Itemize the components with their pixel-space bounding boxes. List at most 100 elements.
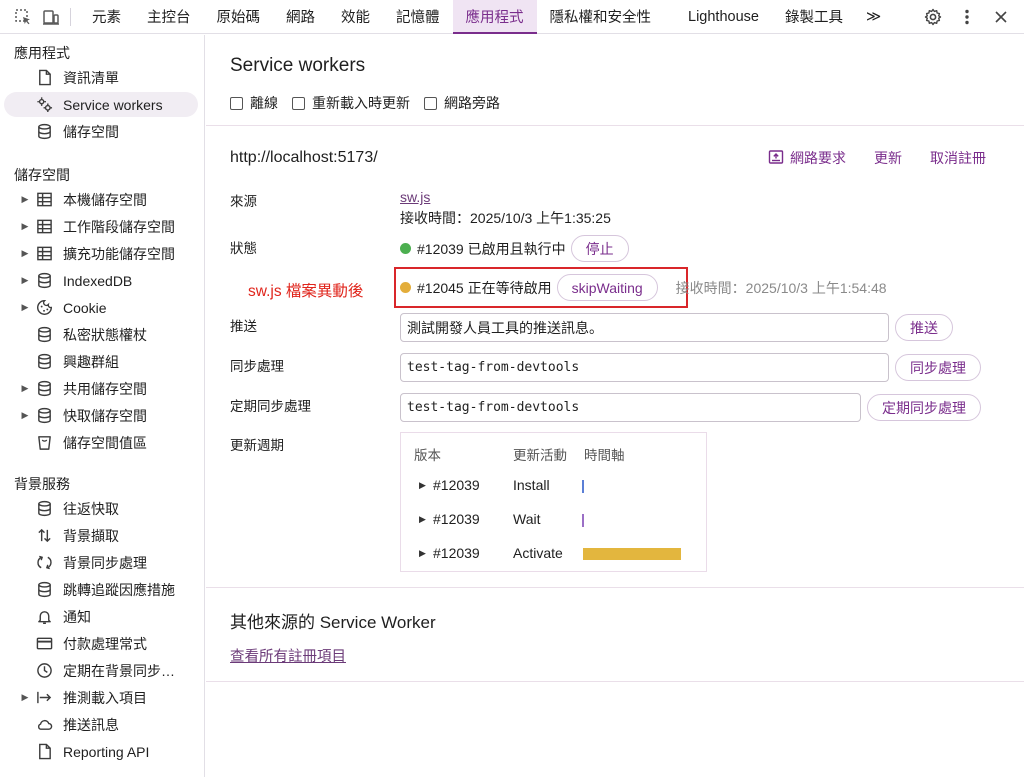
more-tabs-button[interactable]: ≫	[856, 0, 891, 34]
checkbox-box[interactable]	[424, 96, 437, 110]
status-waiting-row: #12045 正在等待啟用 skipWaiting 接收時間：2025/10/3…	[400, 274, 887, 301]
sidebar-item-background-fetch[interactable]: 背景擷取	[4, 523, 198, 548]
expand-triangle-icon[interactable]: ▶	[419, 480, 426, 491]
sidebar-item-notifications[interactable]: 通知	[4, 604, 198, 629]
sidebar-item-cookies[interactable]: ▶ Cookie	[4, 295, 198, 320]
sidebar-item-service-workers[interactable]: Service workers	[4, 92, 198, 117]
status-active-text: #12039 已啟用且執行中	[417, 240, 566, 257]
section-divider	[206, 681, 1024, 682]
update-link[interactable]: 更新	[874, 148, 902, 168]
document-icon	[35, 69, 53, 87]
sidebar-item-label: 付款處理常式	[63, 635, 147, 652]
sidebar-item-speculative-loads[interactable]: ▶ 推測載入項目	[4, 685, 198, 710]
update-label: 更新	[874, 150, 902, 166]
database-icon	[35, 326, 53, 344]
sidebar-item-storage[interactable]: 儲存空間	[4, 119, 198, 144]
unregister-link[interactable]: 取消註冊	[930, 148, 986, 168]
toolbar-right-controls	[918, 0, 1024, 34]
service-workers-panel: Service workers 離線 重新載入時更新 網路旁路 http://l…	[206, 35, 1024, 777]
sidebar-item-periodic-background-sync[interactable]: 定期在背景同步…	[4, 658, 198, 683]
tab-elements[interactable]: 元素	[79, 0, 134, 34]
sync-button[interactable]: 同步處理	[895, 354, 981, 381]
source-file-name[interactable]: sw.js	[400, 189, 430, 205]
sidebar-item-extension-storage[interactable]: ▶ 擴充功能儲存空間	[4, 241, 198, 266]
sidebar-item-push-messaging[interactable]: 推送訊息	[4, 712, 198, 737]
expand-arrow-icon[interactable]: ▶	[18, 248, 32, 259]
see-all-registrations-link[interactable]: 查看所有註冊項目	[230, 645, 346, 666]
tab-application[interactable]: 應用程式	[452, 0, 537, 34]
expand-arrow-icon[interactable]: ▶	[18, 692, 32, 703]
devtools-toolbar: 元素 主控台 原始碼 網路 效能 記憶體 應用程式 隱私權和安全性 Lighth…	[0, 0, 1024, 34]
cloud-icon	[35, 716, 53, 734]
expand-triangle-icon[interactable]: ▶	[419, 514, 426, 525]
checkbox-box[interactable]	[230, 96, 243, 110]
source-file-link[interactable]: sw.js	[400, 189, 430, 205]
expand-arrow-icon[interactable]: ▶	[18, 275, 32, 286]
offline-checkbox[interactable]: 離線	[230, 93, 278, 113]
tab-privacy-security[interactable]: 隱私權和安全性	[537, 0, 665, 34]
cookie-icon	[35, 299, 53, 317]
network-requests-icon	[768, 149, 784, 168]
sidebar-item-interest-groups[interactable]: 興趣群組	[4, 349, 198, 374]
sync-tag-input[interactable]: test-tag-from-devtools	[400, 353, 889, 382]
credit-card-icon	[35, 635, 53, 653]
periodic-sync-button[interactable]: 定期同步處理	[867, 394, 981, 421]
tab-lighthouse[interactable]: Lighthouse	[664, 0, 772, 34]
tab-console[interactable]: 主控台	[134, 0, 204, 34]
sidebar-item-label: 快取儲存空間	[63, 407, 147, 424]
device-toolbar-icon[interactable]	[40, 6, 62, 28]
expand-arrow-icon[interactable]: ▶	[18, 194, 32, 205]
sidebar-item-bounce-tracking-mitigations[interactable]: 跳轉追蹤因應措施	[4, 577, 198, 602]
sidebar-item-shared-storage[interactable]: ▶ 共用儲存空間	[4, 376, 198, 401]
push-message-input[interactable]: 測試開發人員工具的推送訊息。	[400, 313, 889, 342]
bypass-network-checkbox[interactable]: 網路旁路	[424, 93, 500, 113]
sidebar-item-payment-handler[interactable]: 付款處理常式	[4, 631, 198, 656]
clock-icon	[35, 662, 53, 680]
tab-sources[interactable]: 原始碼	[204, 0, 274, 34]
sidebar-section-application: 應用程式	[14, 45, 70, 61]
tab-network[interactable]: 網路	[273, 0, 328, 34]
expand-arrow-icon[interactable]: ▶	[18, 221, 32, 232]
sidebar-item-background-sync[interactable]: 背景同步處理	[4, 550, 198, 575]
unregister-label: 取消註冊	[930, 150, 986, 166]
table-icon	[35, 218, 53, 236]
sidebar-item-label: 往返快取	[63, 500, 119, 517]
sidebar-item-reporting-api[interactable]: Reporting API	[4, 739, 198, 764]
sidebar-item-session-storage[interactable]: ▶ 工作階段儲存空間	[4, 214, 198, 239]
table-icon	[35, 245, 53, 263]
network-requests-label: 網路要求	[790, 150, 846, 166]
sidebar-item-indexeddb[interactable]: ▶ IndexedDB	[4, 268, 198, 293]
expand-triangle-icon[interactable]: ▶	[419, 548, 426, 559]
settings-gear-icon[interactable]	[918, 2, 948, 32]
sidebar-item-label: 定期在背景同步…	[63, 662, 175, 679]
expand-arrow-icon[interactable]: ▶	[18, 410, 32, 421]
expand-arrow-icon[interactable]: ▶	[18, 302, 32, 313]
checkbox-label: 重新載入時更新	[312, 95, 410, 111]
sidebar-item-label: 跳轉追蹤因應措施	[63, 581, 175, 598]
tab-memory[interactable]: 記憶體	[383, 0, 453, 34]
periodic-sync-label: 定期同步處理	[230, 399, 311, 414]
more-options-icon[interactable]	[952, 2, 982, 32]
network-requests-link[interactable]: 網路要求	[768, 148, 846, 168]
sidebar-item-cache-storage[interactable]: ▶ 快取儲存空間	[4, 403, 198, 428]
sidebar-item-private-state-tokens[interactable]: 私密狀態權杖	[4, 322, 198, 347]
column-header-activity: 更新活動	[513, 448, 567, 463]
tab-performance[interactable]: 效能	[328, 0, 383, 34]
sidebar-item-local-storage[interactable]: ▶ 本機儲存空間	[4, 187, 198, 212]
checkbox-box[interactable]	[292, 96, 305, 110]
stop-button[interactable]: 停止	[570, 235, 629, 262]
periodic-sync-tag-input[interactable]: test-tag-from-devtools	[400, 393, 861, 422]
toolbar-divider	[70, 7, 71, 26]
push-button[interactable]: 推送	[895, 314, 953, 341]
sidebar-item-label: 推測載入項目	[63, 689, 147, 706]
update-on-reload-checkbox[interactable]: 重新載入時更新	[292, 93, 410, 113]
page-title: Service workers	[230, 55, 366, 76]
tab-recorder[interactable]: 錄製工具	[772, 0, 856, 34]
sidebar-item-manifest[interactable]: 資訊清單	[4, 65, 198, 90]
sidebar-item-storage-buckets[interactable]: 儲存空間值區	[4, 430, 198, 455]
skip-waiting-button[interactable]: skipWaiting	[556, 274, 658, 301]
sidebar-item-back-forward-cache[interactable]: 往返快取	[4, 496, 198, 521]
inspect-element-icon[interactable]	[12, 6, 34, 28]
expand-arrow-icon[interactable]: ▶	[18, 383, 32, 394]
close-icon[interactable]	[986, 2, 1016, 32]
